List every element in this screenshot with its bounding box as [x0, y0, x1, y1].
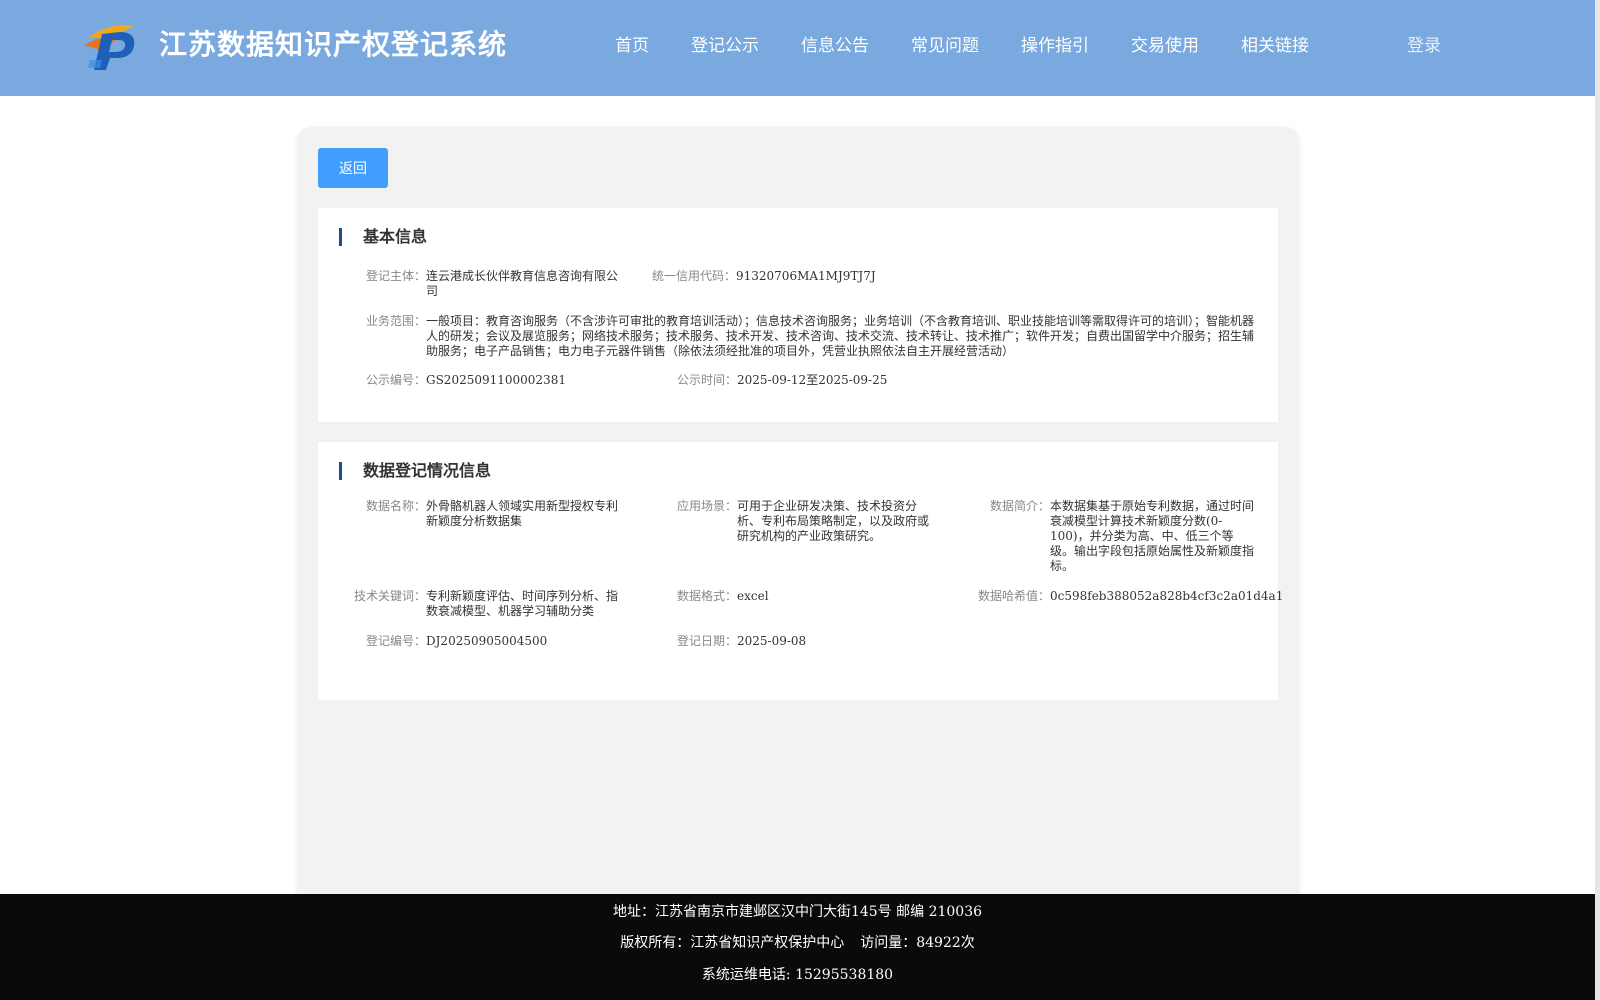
tech-keywords-value: 专利新颖度评估、时间序列分析、指数衰减模型、机器学习辅助分类	[426, 589, 619, 618]
business-scope-value: 一般项目：教育咨询服务（不含涉许可审批的教育培训活动）；信息技术咨询服务；业务培…	[426, 314, 1255, 358]
basic-info-title: 基本信息	[339, 228, 427, 246]
footer-copyright: 版权所有：江苏省知识产权保护中心	[620, 935, 845, 951]
data-hash-label: 数据哈希值：	[977, 589, 1050, 603]
notice-time-label: 公示时间：	[676, 373, 737, 387]
detail-panel: 返回 基本信息 登记主体： 连云港成长伙伴教育信息咨询有限公司 统一信用代码： …	[297, 127, 1299, 907]
logo-icon[interactable]	[80, 20, 140, 72]
notice-no-label: 公示编号：	[365, 373, 426, 387]
reg-no-label: 登记编号：	[365, 634, 426, 648]
nav-registration-notice[interactable]: 登记公示	[691, 33, 759, 59]
data-name-value: 外骨骼机器人领域实用新型授权专利新颖度分析数据集	[426, 499, 619, 528]
data-intro-label: 数据简介：	[989, 499, 1050, 513]
nav-home[interactable]: 首页	[615, 33, 649, 59]
footer-address: 地址：江苏省南京市建邺区汉中门大街145号 邮编 210036	[612, 904, 983, 920]
reg-date-value: 2025-09-08	[737, 634, 807, 648]
nav-faq[interactable]: 常见问题	[911, 33, 979, 59]
main-nav: 首页 登记公示 信息公告 常见问题 操作指引 交易使用 相关链接	[615, 33, 1351, 59]
subject-value: 连云港成长伙伴教育信息咨询有限公司	[426, 269, 619, 298]
nav-trade-use[interactable]: 交易使用	[1131, 33, 1199, 59]
tech-keywords-label: 技术关键词：	[353, 589, 426, 603]
reg-date-label: 登记日期：	[676, 634, 737, 648]
notice-time-value: 2025-09-12至2025-09-25	[737, 373, 888, 387]
site-header: 江苏数据知识产权登记系统 首页 登记公示 信息公告 常见问题 操作指引 交易使用…	[0, 0, 1595, 96]
site-footer: 地址：江苏省南京市建邺区汉中门大街145号 邮编 210036 版权所有：江苏省…	[0, 894, 1595, 1000]
data-registration-card: 数据登记情况信息 数据名称： 外骨骼机器人领域实用新型授权专利新颖度分析数据集 …	[318, 442, 1284, 700]
notice-no-value: GS2025091100002381	[426, 373, 566, 387]
credit-code-label: 统一信用代码：	[652, 269, 737, 283]
nav-guide[interactable]: 操作指引	[1021, 33, 1089, 59]
subject-label: 登记主体：	[365, 269, 426, 283]
data-name-label: 数据名称：	[365, 499, 426, 513]
page-scrollbar[interactable]	[1595, 0, 1600, 1000]
business-scope-label: 业务范围：	[365, 314, 426, 328]
login-link[interactable]: 登录	[1407, 33, 1441, 59]
data-format-value: excel	[737, 589, 769, 603]
credit-code-value: 91320706MA1MJ9TJ7J	[736, 269, 876, 283]
nav-info-announcement[interactable]: 信息公告	[801, 33, 869, 59]
nav-related-links[interactable]: 相关链接	[1241, 33, 1309, 59]
data-hash-value: 0c598feb388052a828b4cf3c2a01d4a1	[1050, 589, 1284, 603]
reg-no-value: DJ20250905004500	[426, 634, 548, 648]
footer-visits: 访问量：84922次	[860, 935, 975, 951]
site-title: 江苏数据知识产权登记系统	[159, 28, 508, 61]
back-button[interactable]: 返回	[318, 148, 388, 188]
application-scene-label: 应用场景：	[676, 499, 737, 513]
data-registration-title: 数据登记情况信息	[339, 462, 491, 480]
footer-copyright-line: 版权所有：江苏省知识产权保护中心 访问量：84922次	[0, 934, 1595, 952]
basic-info-card: 基本信息 登记主体： 连云港成长伙伴教育信息咨询有限公司 统一信用代码： 913…	[318, 208, 1278, 422]
application-scene-value: 可用于企业研发决策、技术投资分析、专利布局策略制定，以及政府或研究机构的产业政策…	[737, 499, 930, 543]
data-intro-value: 本数据集基于原始专利数据，通过时间衰减模型计算技术新颖度分数(0-100)，并分…	[1050, 499, 1255, 573]
footer-phone: 系统运维电话: 15295538180	[701, 967, 894, 983]
data-format-label: 数据格式：	[676, 589, 737, 603]
